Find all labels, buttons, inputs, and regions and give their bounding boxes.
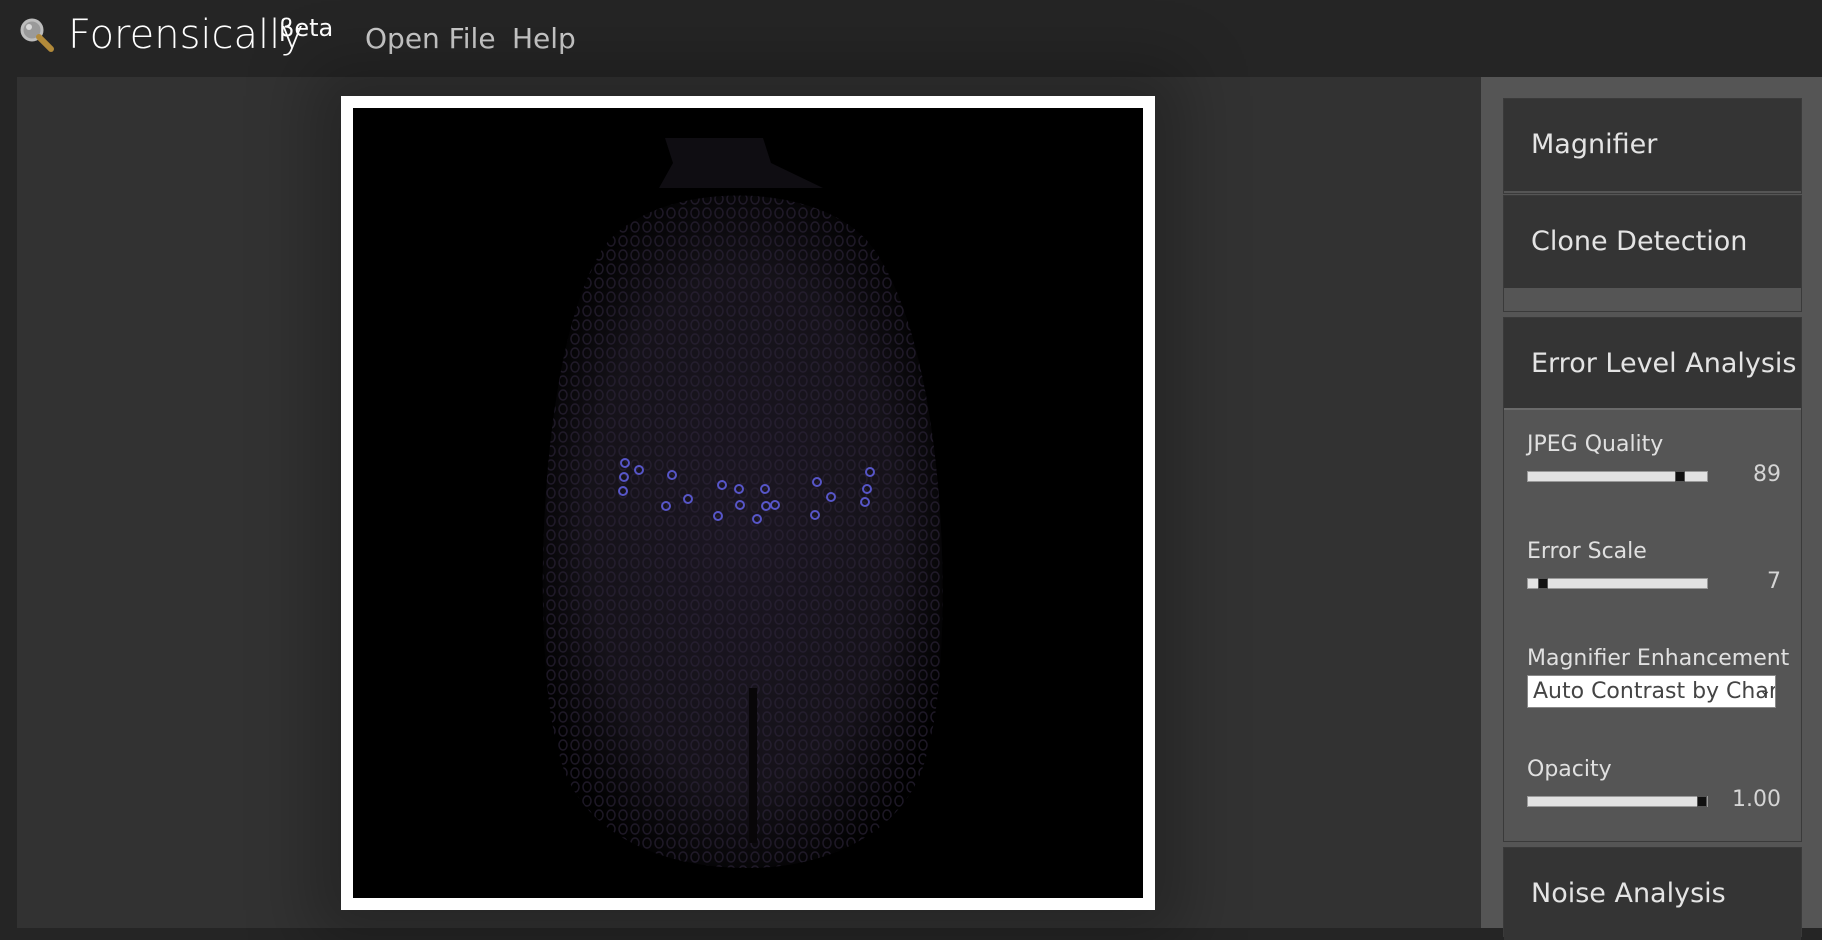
clone-detection-header[interactable]: Clone Detection <box>1504 196 1801 288</box>
error-scale-slider[interactable] <box>1527 578 1708 589</box>
jpeg-quality-value: 89 <box>1753 462 1781 487</box>
error-scale-value: 7 <box>1767 569 1781 594</box>
magnifier-header[interactable]: Magnifier <box>1504 99 1801 191</box>
magnifier-enhancement-label: Magnifier Enhancement <box>1527 646 1790 671</box>
jpeg-quality-label: JPEG Quality <box>1527 432 1664 457</box>
noise-analysis-header[interactable]: Noise Analysis <box>1504 848 1801 940</box>
magnifier-enhancement-selected: Auto Contrast by Char <box>1533 679 1776 704</box>
jpeg-quality-slider[interactable] <box>1527 471 1708 482</box>
ela-result-image <box>542 138 943 868</box>
chevron-down-icon: ⌄ <box>1759 683 1771 699</box>
opacity-slider[interactable] <box>1527 796 1708 807</box>
ela-header[interactable]: Error Level Analysis <box>1504 318 1801 410</box>
panel-error-level-analysis: Error Level Analysis JPEG Quality 89 Err… <box>1503 317 1802 842</box>
error-scale-slider-thumb[interactable] <box>1538 578 1549 589</box>
app-title: Forensically <box>68 12 304 58</box>
error-scale-label: Error Scale <box>1527 539 1647 564</box>
magnifier-enhancement-select[interactable]: Auto Contrast by Char ⌄ <box>1527 675 1776 708</box>
nav-help[interactable]: Help <box>512 22 576 55</box>
image-frame <box>341 96 1155 910</box>
opacity-value: 1.00 <box>1732 787 1781 812</box>
top-bar: Forensically βeta Open File Help <box>0 0 1822 76</box>
panel-noise-analysis: Noise Analysis <box>1503 847 1802 940</box>
nav-open-file[interactable]: Open File <box>365 22 496 55</box>
magnifier-icon <box>20 18 54 52</box>
jpeg-quality-slider-thumb[interactable] <box>1675 471 1686 482</box>
opacity-label: Opacity <box>1527 757 1612 782</box>
ela-image-canvas[interactable] <box>353 108 1143 898</box>
tool-sidebar: Magnifier Clone Detection Error Level An… <box>1481 77 1822 940</box>
panel-magnifier: Magnifier <box>1503 98 1802 194</box>
opacity-slider-thumb[interactable] <box>1697 796 1707 807</box>
panel-clone-detection: Clone Detection <box>1503 195 1802 312</box>
beta-badge: βeta <box>279 14 334 42</box>
